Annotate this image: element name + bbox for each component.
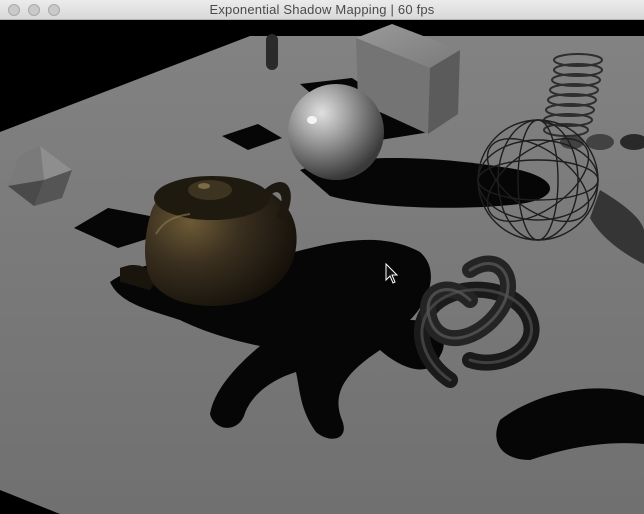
capsule-object xyxy=(266,34,278,70)
window-title: Exponential Shadow Mapping | 60 fps xyxy=(209,2,435,17)
app-window: Exponential Shadow Mapping | 60 fps xyxy=(0,0,644,514)
title-bar[interactable]: Exponential Shadow Mapping | 60 fps xyxy=(0,0,644,20)
scene-canvas[interactable] xyxy=(0,20,644,514)
render-viewport[interactable] xyxy=(0,20,644,514)
sphere-object xyxy=(288,84,384,180)
